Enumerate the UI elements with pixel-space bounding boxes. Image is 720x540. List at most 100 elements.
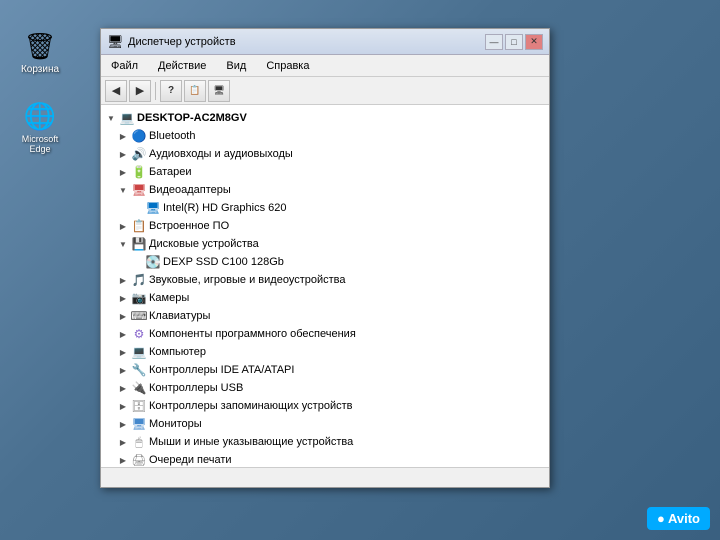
print-label: Очереди печати: [149, 454, 232, 466]
tree-item-bios[interactable]: ▶ 📋 Встроенное ПО: [101, 217, 549, 235]
video-expand: ▼: [117, 184, 129, 196]
disk-icon: 💾: [131, 236, 147, 252]
software-expand: ▶: [117, 328, 129, 340]
tree-item-usb[interactable]: ▶ 🔌 Контроллеры USB: [101, 379, 549, 397]
battery-icon: 🔋: [131, 164, 147, 180]
mouse-label: Мыши и иные указывающие устройства: [149, 436, 353, 448]
toolbar: ◀ ▶ ? 📋 🖥: [101, 77, 549, 105]
desktop-icon-korzina[interactable]: 🗑 Корзина: [10, 30, 70, 75]
bluetooth-icon: 🔵: [131, 128, 147, 144]
storage-ctrl-label: Контроллеры запоминающих устройств: [149, 400, 352, 412]
monitor-icon: 🖥: [131, 416, 147, 432]
sound-icon: 🎵: [131, 272, 147, 288]
software-icon: ⚙: [131, 326, 147, 342]
device-tree[interactable]: ▼ 💻 DESKTOP-AC2M8GV ▶ 🔵 Bluetooth ▶ 🔊 Ау…: [101, 105, 549, 467]
keyboard-icon: ⌨: [131, 308, 147, 324]
tree-item-disk[interactable]: ▼ 💾 Дисковые устройства: [101, 235, 549, 253]
bluetooth-expand: ▶: [117, 130, 129, 142]
menu-file[interactable]: Файл: [105, 58, 144, 74]
menu-bar: Файл Действие Вид Справка: [101, 55, 549, 77]
close-button[interactable]: ✕: [525, 34, 543, 50]
device-manager-window: 🖥 Диспетчер устройств — □ ✕ Файл Действи…: [100, 28, 550, 488]
tree-item-intel-gpu[interactable]: ▶ 🖥 Intel(R) HD Graphics 620: [101, 199, 549, 217]
tree-item-bluetooth[interactable]: ▶ 🔵 Bluetooth: [101, 127, 549, 145]
bios-label: Встроенное ПО: [149, 220, 229, 232]
audio-icon: 🔊: [131, 146, 147, 162]
dexp-label: DEXP SSD C100 128Gb: [163, 256, 284, 268]
tree-item-software[interactable]: ▶ ⚙ Компоненты программного обеспечения: [101, 325, 549, 343]
mouse-expand: ▶: [117, 436, 129, 448]
monitor-label: Мониторы: [149, 418, 202, 430]
tree-item-print[interactable]: ▶ 🖨 Очереди печати: [101, 451, 549, 467]
usb-expand: ▶: [117, 382, 129, 394]
computer-label: Компьютер: [149, 346, 206, 358]
ide-icon: 🔧: [131, 362, 147, 378]
ide-label: Контроллеры IDE ATA/ATAPI: [149, 364, 294, 376]
back-button[interactable]: ◀: [105, 80, 127, 102]
printer-icon: 🖨: [131, 452, 147, 467]
computer-icon: 💻: [119, 110, 135, 126]
audio-expand: ▶: [117, 148, 129, 160]
title-bar-text: Диспетчер устройств: [128, 36, 485, 48]
disk-label: Дисковые устройства: [149, 238, 259, 250]
korzina-label: Корзина: [21, 64, 59, 75]
status-bar: [101, 467, 549, 487]
tree-item-sound[interactable]: ▶ 🎵 Звуковые, игровые и видеоустройства: [101, 271, 549, 289]
software-label: Компоненты программного обеспечения: [149, 328, 356, 340]
root-label: DESKTOP-AC2M8GV: [137, 112, 247, 124]
battery-label: Батареи: [149, 166, 192, 178]
tree-item-video[interactable]: ▼ 🖥 Видеоадаптеры: [101, 181, 549, 199]
keyboard-label: Клавиатуры: [149, 310, 210, 322]
monitor-expand: ▶: [117, 418, 129, 430]
computer-expand: ▶: [117, 346, 129, 358]
maximize-button[interactable]: □: [505, 34, 523, 50]
bios-icon: 📋: [131, 218, 147, 234]
title-bar-controls: — □ ✕: [485, 34, 543, 50]
dexp-icon: 💽: [145, 254, 161, 270]
avito-label: ● Avito: [657, 511, 700, 526]
storage-ctrl-icon: 🗄: [131, 398, 147, 414]
tree-item-battery[interactable]: ▶ 🔋 Батареи: [101, 163, 549, 181]
ide-expand: ▶: [117, 364, 129, 376]
tree-item-computer[interactable]: ▶ 💻 Компьютер: [101, 343, 549, 361]
keyboard-expand: ▶: [117, 310, 129, 322]
disk-expand: ▼: [117, 238, 129, 250]
intel-gpu-icon: 🖥: [145, 200, 161, 216]
tree-item-storage-ctrl[interactable]: ▶ 🗄 Контроллеры запоминающих устройств: [101, 397, 549, 415]
tree-item-monitor[interactable]: ▶ 🖥 Мониторы: [101, 415, 549, 433]
tree-item-ide[interactable]: ▶ 🔧 Контроллеры IDE ATA/ATAPI: [101, 361, 549, 379]
camera-expand: ▶: [117, 292, 129, 304]
mouse-icon: 🖱: [131, 434, 147, 450]
sound-label: Звуковые, игровые и видеоустройства: [149, 274, 346, 286]
camera-label: Камеры: [149, 292, 189, 304]
tree-item-keyboard[interactable]: ▶ ⌨ Клавиатуры: [101, 307, 549, 325]
desktop-icon-edge[interactable]: 🌐 MicrosoftEdge: [10, 100, 70, 154]
tree-root[interactable]: ▼ 💻 DESKTOP-AC2M8GV: [101, 109, 549, 127]
edge-icon: 🌐: [24, 100, 56, 132]
audio-label: Аудиовходы и аудиовыходы: [149, 148, 293, 160]
mycomp-icon: 💻: [131, 344, 147, 360]
title-bar-icon: 🖥: [107, 34, 123, 50]
tree-item-dexp[interactable]: ▶ 💽 DEXP SSD C100 128Gb: [101, 253, 549, 271]
forward-button[interactable]: ▶: [129, 80, 151, 102]
tree-item-mouse[interactable]: ▶ 🖱 Мыши и иные указывающие устройства: [101, 433, 549, 451]
intel-gpu-label: Intel(R) HD Graphics 620: [163, 202, 287, 214]
menu-action[interactable]: Действие: [152, 58, 212, 74]
properties-button[interactable]: 📋: [184, 80, 206, 102]
video-label: Видеоадаптеры: [149, 184, 231, 196]
camera-icon: 📷: [131, 290, 147, 306]
help-button[interactable]: ?: [160, 80, 182, 102]
menu-view[interactable]: Вид: [220, 58, 252, 74]
minimize-button[interactable]: —: [485, 34, 503, 50]
title-bar: 🖥 Диспетчер устройств — □ ✕: [101, 29, 549, 55]
menu-help[interactable]: Справка: [260, 58, 315, 74]
usb-icon: 🔌: [131, 380, 147, 396]
korzina-icon: 🗑: [24, 30, 56, 62]
video-icon: 🖥: [131, 182, 147, 198]
tree-item-audio[interactable]: ▶ 🔊 Аудиовходы и аудиовыходы: [101, 145, 549, 163]
device-button[interactable]: 🖥: [208, 80, 230, 102]
bluetooth-label: Bluetooth: [149, 130, 195, 142]
root-expand: ▼: [105, 112, 117, 124]
tree-item-camera[interactable]: ▶ 📷 Камеры: [101, 289, 549, 307]
bios-expand: ▶: [117, 220, 129, 232]
